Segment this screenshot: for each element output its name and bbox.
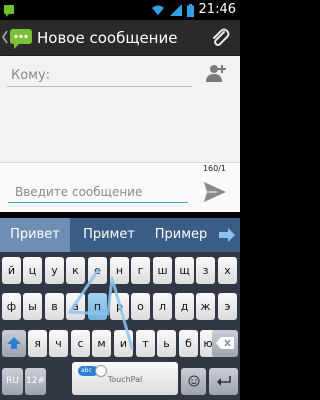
suggestion-bar: Привет Примет Пример [0,218,240,252]
key-у[interactable]: у [45,257,64,284]
space-label: TouchPal [107,375,143,384]
send-icon[interactable] [203,181,227,203]
clock: 21:46 [198,2,236,17]
char-counter: 160/1 [202,164,226,173]
key-к[interactable]: к [66,257,85,284]
key-х[interactable]: х [218,257,237,284]
arrow-right-icon[interactable] [218,227,236,243]
space-key[interactable]: abc TouchPal [72,362,178,395]
recipient-placeholder: Кому: [11,68,51,83]
key-е[interactable]: е [88,257,107,284]
backspace-key[interactable] [212,330,238,357]
key-ы[interactable]: ы [23,293,42,320]
up-icon[interactable] [2,30,8,44]
key-и[interactable]: и [114,330,133,357]
key-т[interactable]: т [136,330,155,357]
key-д[interactable]: д [175,293,194,320]
language-key[interactable]: RU [2,368,23,395]
symbols-key[interactable]: 12# [25,368,46,395]
key-щ[interactable]: щ [175,257,194,284]
wifi-icon [151,5,164,15]
status-bar: 21:46 [0,0,240,20]
recipient-input[interactable]: Кому: [7,65,192,87]
signal-icon [169,4,182,16]
suggestion-2[interactable]: Примет [70,218,148,252]
suggestion-1[interactable]: Привет [0,218,70,252]
key-ф[interactable]: ф [2,293,21,320]
key-с[interactable]: с [71,330,90,357]
key-м[interactable]: м [92,330,111,357]
message-area: Кому: [0,56,240,162]
key-н[interactable]: н [110,257,129,284]
status-icons: 21:46 [151,2,236,18]
key-ь[interactable]: ь [157,330,176,357]
key-ч[interactable]: ч [49,330,68,357]
message-placeholder: Введите сообщение [15,185,143,199]
key-в[interactable]: в [45,293,64,320]
key-о[interactable]: о [131,293,150,320]
add-contact-icon[interactable] [205,62,227,84]
key-п[interactable]: п [88,293,107,320]
enter-key[interactable] [209,368,238,395]
key-а[interactable]: а [66,293,85,320]
emoji-key[interactable] [181,368,206,395]
shift-key[interactable] [2,330,26,357]
app-icon[interactable] [9,26,33,50]
compose-bar: 160/1 Введите сообщение [0,162,240,212]
key-ж[interactable]: ж [196,293,215,320]
key-ш[interactable]: ш [153,257,172,284]
key-й[interactable]: й [2,257,21,284]
enter-icon [216,376,231,386]
keyboard: й ц у к е н г ш щ з х ф ы в а п р о л д … [0,252,240,400]
key-р[interactable]: р [110,293,129,320]
battery-icon [186,3,194,17]
key-б[interactable]: б [179,330,198,357]
key-ц[interactable]: ц [23,257,42,284]
notification-icon [4,5,14,17]
action-bar: Новое сообщение [0,20,240,56]
message-input[interactable]: Введите сообщение [8,177,188,203]
page-title: Новое сообщение [37,29,178,47]
shift-icon [7,337,21,349]
suggestion-3[interactable]: Пример [148,218,214,252]
key-я[interactable]: я [28,330,47,357]
smiley-icon [188,375,199,387]
key-з[interactable]: з [196,257,215,284]
key-э[interactable]: э [218,293,237,320]
key-л[interactable]: л [153,293,172,320]
key-г[interactable]: г [131,257,150,284]
backspace-icon [216,337,234,349]
attach-icon[interactable] [208,26,232,50]
